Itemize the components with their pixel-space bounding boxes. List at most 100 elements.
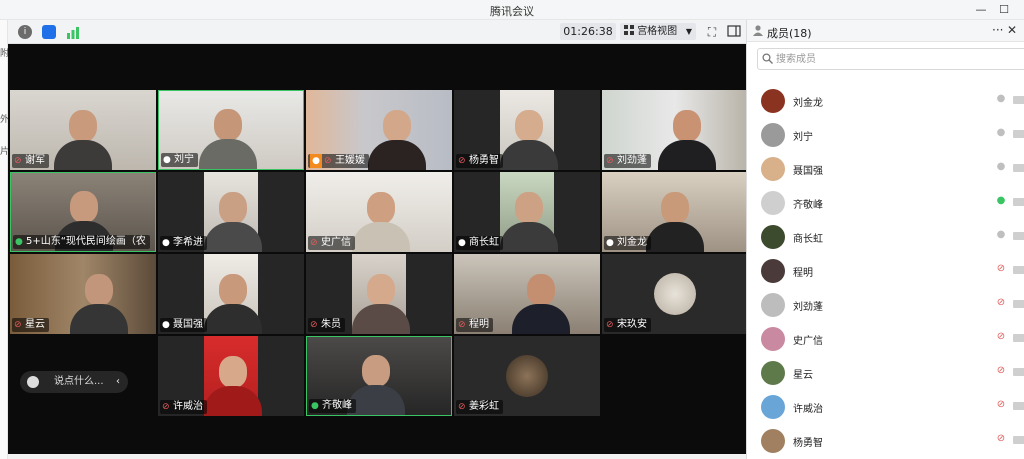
camera-icon[interactable] — [1013, 130, 1024, 138]
video-tile[interactable]: ● 刘金龙 — [602, 172, 748, 252]
signal-icon[interactable] — [66, 25, 80, 39]
info-icon[interactable]: i — [18, 25, 32, 39]
camera-icon[interactable] — [1013, 96, 1024, 104]
participant-name-tag: ● 刘金龙 — [604, 236, 651, 250]
member-row[interactable]: 齐敬峰 ● — [747, 186, 1024, 220]
video-tile[interactable]: ⊘ 程明 — [454, 254, 600, 334]
mic-muted-icon: ⊘ — [310, 238, 318, 248]
mic-icon[interactable]: ● — [995, 127, 1007, 141]
video-tile[interactable]: ⊘ 史广信 — [306, 172, 452, 252]
participant-name-tag: ⊘ 谢军 — [12, 154, 49, 168]
video-grid: ⊘ 谢军 ● 刘宁 ● ⊘ 王媛媛 ⊘ 杨勇智 ⊘ 刘劲蓬 ● 5+山东“现代民间绘画（农 ●… — [8, 44, 748, 454]
video-tile[interactable]: ⊘ 星云 — [10, 254, 156, 334]
camera-icon[interactable] — [1013, 402, 1024, 410]
minimize-icon[interactable]: — — [972, 2, 990, 18]
participant-name-tag: ⊘ 朱员 — [308, 318, 345, 332]
member-row[interactable]: 刘宁 ● — [747, 118, 1024, 152]
video-tile[interactable]: ⊘ 刘劲蓬 — [602, 90, 748, 170]
member-avatar — [761, 395, 785, 419]
sidebar-toggle-icon[interactable] — [726, 24, 742, 40]
mic-icon[interactable]: ● — [995, 161, 1007, 175]
member-avatar — [761, 191, 785, 215]
mic-icon: ● — [162, 320, 170, 330]
member-name: 刘劲蓬 — [793, 302, 823, 313]
camera-icon[interactable] — [1013, 334, 1024, 342]
participant-name: 许威治 — [173, 401, 203, 412]
meeting-timer: 01:26:38 — [560, 23, 616, 40]
video-tile[interactable]: ● 刘宁 — [158, 90, 304, 170]
mic-icon[interactable]: ● — [995, 93, 1007, 107]
mic-icon[interactable]: ● — [995, 229, 1007, 243]
shield-icon[interactable] — [42, 25, 56, 39]
mic-muted-icon: ⊘ — [458, 402, 466, 412]
member-row[interactable]: 刘金龙 ● — [747, 84, 1024, 118]
participant-name-tag: ⊘ 史广信 — [308, 236, 355, 250]
mic-active-icon[interactable]: ● — [995, 195, 1007, 209]
video-tile[interactable]: ● 李希进 — [158, 172, 304, 252]
video-tile[interactable]: ⊘ 姜彩虹 — [454, 336, 600, 416]
camera-icon[interactable] — [1013, 300, 1024, 308]
view-mode-button[interactable]: 宫格视图 ▼ — [620, 23, 696, 40]
video-tile[interactable]: ● 聂国强 — [158, 254, 304, 334]
video-tile[interactable]: ⊘ 宋玖安 — [602, 254, 748, 334]
video-tile[interactable]: ⊘ 杨勇智 — [454, 90, 600, 170]
member-row[interactable]: 星云 ⊘ — [747, 356, 1024, 390]
camera-icon[interactable] — [1013, 368, 1024, 376]
mic-active-icon: ● — [311, 401, 319, 411]
participant-name-tag: ● 李希进 — [160, 236, 207, 250]
participant-name-tag: ⊘ 刘劲蓬 — [604, 154, 651, 168]
member-row[interactable]: 刘劲蓬 ⊘ — [747, 288, 1024, 322]
mic-muted-icon[interactable]: ⊘ — [995, 297, 1007, 311]
camera-icon[interactable] — [1013, 164, 1024, 172]
member-row[interactable]: 程明 ⊘ — [747, 254, 1024, 288]
more-icon[interactable]: ··· — [992, 23, 1003, 37]
mic-muted-icon: ⊘ — [310, 320, 318, 330]
chat-quick-input[interactable]: 说点什么... ‹ — [20, 371, 128, 393]
member-row[interactable]: 史广信 ⊘ — [747, 322, 1024, 356]
member-avatar — [761, 327, 785, 351]
members-panel: 成员(18) ··· ✕ 刘金龙●刘宁●聂国强●齐敬峰●商长虹●程明⊘刘劲蓬⊘史… — [746, 20, 1024, 459]
chevron-left-icon[interactable]: ‹ — [116, 371, 120, 393]
camera-icon[interactable] — [1013, 436, 1024, 444]
member-row[interactable]: 聂国强 ● — [747, 152, 1024, 186]
mic-muted-icon[interactable]: ⊘ — [995, 433, 1007, 447]
participant-avatar — [506, 355, 548, 397]
participant-name-tag: ● 刘宁 — [161, 153, 198, 167]
participant-name-tag: ● 5+山东“现代民间绘画（农 — [13, 235, 150, 249]
member-name: 星云 — [793, 370, 813, 381]
member-avatar — [761, 259, 785, 283]
mic-active-icon: ● — [15, 237, 23, 247]
mic-muted-icon[interactable]: ⊘ — [995, 331, 1007, 345]
member-row[interactable]: 杨勇智 ⊘ — [747, 424, 1024, 458]
emoji-icon[interactable] — [27, 376, 39, 388]
participant-name: 杨勇智 — [469, 155, 499, 166]
camera-icon[interactable] — [1013, 232, 1024, 240]
video-tile[interactable]: ⊘ 许威治 — [158, 336, 304, 416]
member-row[interactable]: 许威治 ⊘ — [747, 390, 1024, 424]
participant-name: 刘金龙 — [617, 237, 647, 248]
member-avatar — [761, 89, 785, 113]
mic-muted-icon[interactable]: ⊘ — [995, 365, 1007, 379]
member-search-input[interactable] — [776, 51, 1016, 67]
chevron-down-icon: ▼ — [685, 27, 692, 36]
member-search[interactable] — [757, 48, 1024, 70]
camera-icon[interactable] — [1013, 198, 1024, 206]
video-tile[interactable]: ● 5+山东“现代民间绘画（农 — [10, 172, 156, 252]
host-icon: ● — [310, 154, 322, 168]
mic-muted-icon: ⊘ — [458, 156, 466, 166]
search-icon — [762, 53, 773, 64]
video-tile[interactable]: ⊘ 朱员 — [306, 254, 452, 334]
video-tile[interactable]: ⊘ 谢军 — [10, 90, 156, 170]
close-icon[interactable]: ✕ — [1007, 23, 1017, 37]
mic-muted-icon[interactable]: ⊘ — [995, 263, 1007, 277]
member-name: 刘宁 — [793, 132, 813, 143]
maximize-icon[interactable]: ☐ — [995, 2, 1013, 18]
member-name: 杨勇智 — [793, 438, 823, 449]
video-tile[interactable]: ● 齐敬峰 — [306, 336, 452, 416]
video-tile[interactable]: ● ⊘ 王媛媛 — [306, 90, 452, 170]
mic-muted-icon[interactable]: ⊘ — [995, 399, 1007, 413]
camera-icon[interactable] — [1013, 266, 1024, 274]
video-tile[interactable]: ● 商长虹 — [454, 172, 600, 252]
member-row[interactable]: 商长虹 ● — [747, 220, 1024, 254]
fullscreen-icon[interactable]: ⛶ — [704, 24, 720, 40]
